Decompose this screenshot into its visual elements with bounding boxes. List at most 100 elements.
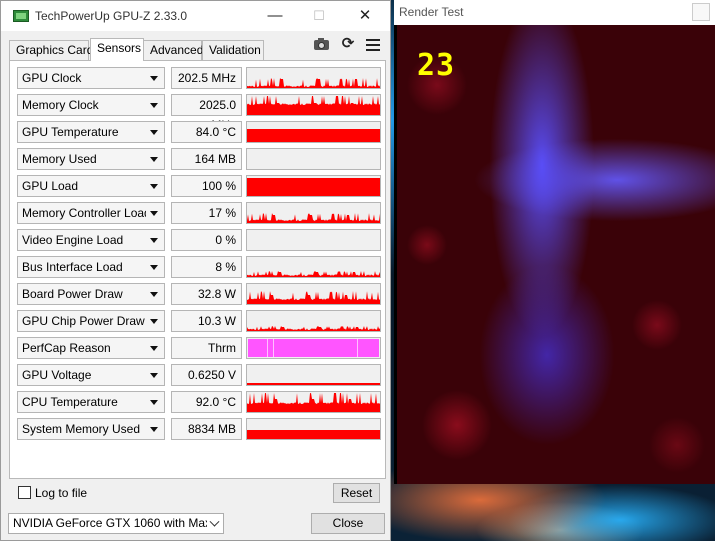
sensor-row: GPU Temperature 84.0 °C xyxy=(17,121,381,143)
sensor-graph xyxy=(246,121,381,143)
sensor-name-label: GPU Clock xyxy=(22,71,82,85)
sensor-graph xyxy=(246,229,381,251)
dropdown-arrow-icon xyxy=(150,238,158,243)
camera-icon[interactable] xyxy=(313,36,331,52)
sensor-name-label: GPU Voltage xyxy=(22,368,92,382)
sensor-row: GPU Load 100 % xyxy=(17,175,381,197)
render-test-titlebar[interactable]: Render Test xyxy=(394,0,715,25)
sensor-graph xyxy=(246,364,381,386)
sensor-name-label: CPU Temperature xyxy=(22,395,118,409)
fps-counter: 23 xyxy=(417,48,456,83)
sensor-graph xyxy=(246,256,381,278)
dropdown-arrow-icon xyxy=(150,400,158,405)
log-to-file-label: Log to file xyxy=(35,486,88,500)
sensor-graph xyxy=(246,94,381,116)
sensor-name-label: Memory Controller Load xyxy=(22,206,146,220)
gpuz-app-icon xyxy=(13,10,29,22)
sensor-graph xyxy=(246,418,381,440)
sensor-name-label: GPU Chip Power Draw xyxy=(22,314,145,328)
tab-sensors[interactable]: Sensors xyxy=(90,38,144,61)
sensor-name-dropdown[interactable]: Video Engine Load xyxy=(17,229,165,251)
sensors-panel: GPU Clock 202.5 MHz Memory Clock 2025.0 MHz… xyxy=(9,60,386,479)
sensor-name-dropdown[interactable]: Memory Used xyxy=(17,148,165,170)
sensor-graph xyxy=(246,67,381,89)
sensor-name-dropdown[interactable]: Memory Controller Load xyxy=(17,202,165,224)
sensor-value: 92.0 °C xyxy=(171,391,242,413)
dropdown-arrow-icon xyxy=(150,319,158,324)
sensor-name-dropdown[interactable]: GPU Chip Power Draw xyxy=(17,310,165,332)
minimize-button[interactable]: — xyxy=(257,5,293,27)
gpu-select-value: NVIDIA GeForce GTX 1060 with Max-Q Desig… xyxy=(13,516,223,530)
sensor-value: 8 % xyxy=(171,256,242,278)
sensor-graph xyxy=(246,283,381,305)
sensor-graph xyxy=(246,175,381,197)
tab-validation[interactable]: Validation xyxy=(202,40,264,60)
gpuz-window: TechPowerUp GPU-Z 2.33.0 — ☐ ✕ Graphics … xyxy=(0,0,391,541)
sensor-row: Bus Interface Load 8 % xyxy=(17,256,381,278)
sensor-name-dropdown[interactable]: Board Power Draw xyxy=(17,283,165,305)
sensor-row: CPU Temperature 92.0 °C xyxy=(17,391,381,413)
sensor-name-label: GPU Load xyxy=(22,179,79,193)
gpu-select-dropdown[interactable]: NVIDIA GeForce GTX 1060 with Max-Q Desig… xyxy=(8,513,224,534)
sensor-value: 17 % xyxy=(171,202,242,224)
reset-button[interactable]: Reset xyxy=(333,483,380,503)
sensor-value: Thrm xyxy=(171,337,242,359)
sensor-name-label: Board Power Draw xyxy=(22,287,123,301)
dropdown-arrow-icon xyxy=(150,184,158,189)
gpuz-titlebar[interactable]: TechPowerUp GPU-Z 2.33.0 — ☐ ✕ xyxy=(1,1,390,31)
dropdown-arrow-icon xyxy=(150,157,158,162)
render-canvas: 23 xyxy=(397,25,715,484)
sensor-name-dropdown[interactable]: GPU Temperature xyxy=(17,121,165,143)
close-button[interactable]: Close xyxy=(311,513,385,534)
sensor-name-label: Memory Clock xyxy=(22,98,99,112)
sensor-value: 84.0 °C xyxy=(171,121,242,143)
sensor-row: GPU Chip Power Draw 10.3 W xyxy=(17,310,381,332)
sensor-row: Video Engine Load 0 % xyxy=(17,229,381,251)
log-to-file-checkbox[interactable] xyxy=(18,486,31,499)
dropdown-arrow-icon xyxy=(150,211,158,216)
maximize-button: ☐ xyxy=(313,8,325,23)
sensor-name-dropdown[interactable]: PerfCap Reason xyxy=(17,337,165,359)
sensor-value: 0 % xyxy=(171,229,242,251)
sensor-name-label: System Memory Used xyxy=(22,422,141,436)
dropdown-arrow-icon xyxy=(150,373,158,378)
sensor-name-label: Bus Interface Load xyxy=(22,260,123,274)
sensor-name-dropdown[interactable]: CPU Temperature xyxy=(17,391,165,413)
sensor-value: 2025.0 MHz xyxy=(171,94,242,132)
dropdown-arrow-icon xyxy=(150,427,158,432)
sensor-graph xyxy=(246,337,381,359)
render-test-close-button[interactable] xyxy=(692,3,710,21)
sensor-graph xyxy=(246,391,381,413)
dropdown-arrow-icon xyxy=(150,265,158,270)
sensor-graph xyxy=(246,310,381,332)
tab-advanced[interactable]: Advanced xyxy=(143,40,203,60)
sensor-row: PerfCap Reason Thrm xyxy=(17,337,381,359)
gpuz-window-title: TechPowerUp GPU-Z 2.33.0 xyxy=(35,9,188,23)
sensor-graph xyxy=(246,148,381,170)
sensor-name-dropdown[interactable]: Memory Clock xyxy=(17,94,165,116)
sensor-row: Memory Controller Load 17 % xyxy=(17,202,381,224)
dropdown-arrow-icon xyxy=(150,76,158,81)
sensor-graph xyxy=(246,202,381,224)
refresh-icon[interactable]: ⟳ xyxy=(339,36,357,52)
dropdown-arrow-icon xyxy=(150,292,158,297)
sensor-row: Board Power Draw 32.8 W xyxy=(17,283,381,305)
sensor-value: 202.5 MHz xyxy=(171,67,242,89)
dropdown-arrow-icon xyxy=(150,346,158,351)
chevron-down-icon xyxy=(207,514,223,533)
sensor-name-dropdown[interactable]: GPU Clock xyxy=(17,67,165,89)
render-test-title: Render Test xyxy=(399,5,464,19)
sensor-name-dropdown[interactable]: GPU Load xyxy=(17,175,165,197)
close-window-button[interactable]: ✕ xyxy=(347,5,383,27)
sensor-name-label: PerfCap Reason xyxy=(22,341,111,355)
hamburger-menu-icon[interactable] xyxy=(365,36,383,52)
sensor-name-dropdown[interactable]: Bus Interface Load xyxy=(17,256,165,278)
sensor-row: GPU Clock 202.5 MHz xyxy=(17,67,381,89)
sensor-name-dropdown[interactable]: GPU Voltage xyxy=(17,364,165,386)
tab-graphics-card[interactable]: Graphics Card xyxy=(9,40,93,60)
sensor-name-dropdown[interactable]: System Memory Used xyxy=(17,418,165,440)
sensor-value: 10.3 W xyxy=(171,310,242,332)
sensor-value: 32.8 W xyxy=(171,283,242,305)
sensor-row: GPU Voltage 0.6250 V xyxy=(17,364,381,386)
sensor-value: 0.6250 V xyxy=(171,364,242,386)
